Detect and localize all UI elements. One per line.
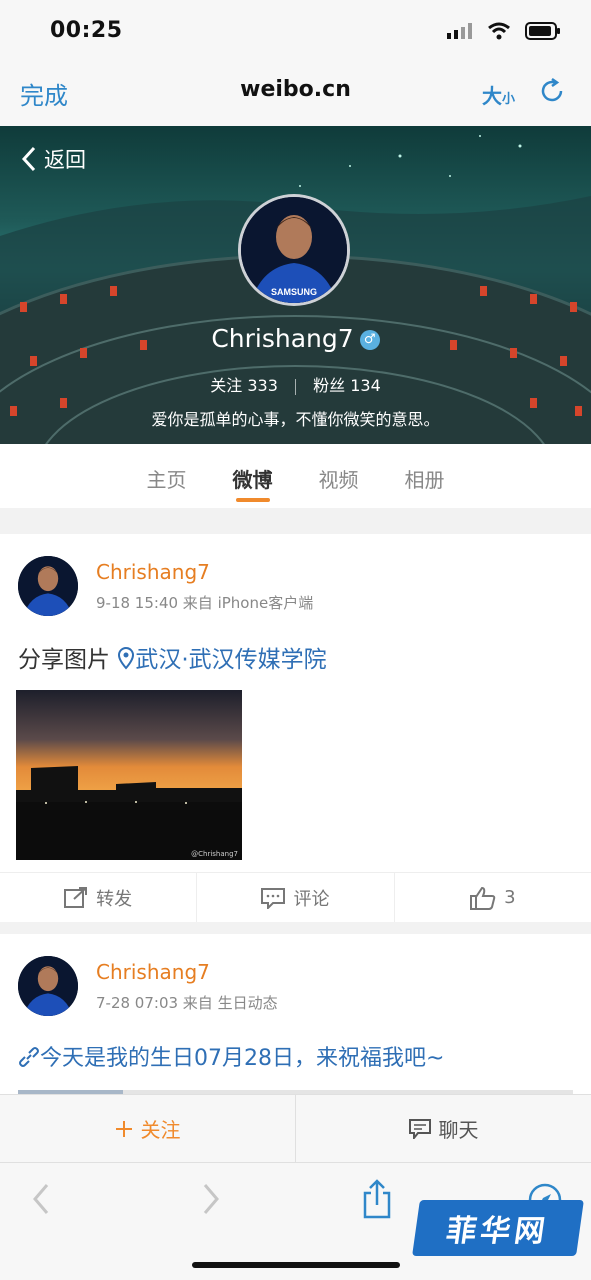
followers-link[interactable]: 粉丝 134 (313, 376, 381, 395)
post-text: 分享图片 武汉·武汉传媒学院 (18, 640, 327, 674)
tab-video[interactable]: 视频 (310, 444, 368, 508)
post-author[interactable]: Chrishang7 (96, 560, 210, 584)
browser-back-icon[interactable] (30, 1181, 52, 1217)
avatar-image (18, 556, 78, 616)
follow-button[interactable]: 关注 (0, 1095, 296, 1162)
chat-icon (408, 1118, 431, 1139)
avatar-image (18, 956, 78, 1016)
post-avatar[interactable] (18, 956, 78, 1016)
reload-icon[interactable] (537, 76, 567, 106)
post-meta: 9-18 15:40 来自 iPhone客户端 (96, 594, 314, 612)
location-text: 武汉·武汉传媒学院 (135, 647, 327, 673)
like-button[interactable]: 3 (395, 873, 591, 922)
browser-top-bar: 完成 weibo.cn 大小 (0, 62, 591, 126)
back-label: 返回 (44, 148, 86, 172)
following-label: 关注 (210, 376, 243, 395)
comment-label: 评论 (293, 888, 330, 910)
post-avatar[interactable] (18, 556, 78, 616)
post-meta: 7-28 07:03 来自 生日动态 (96, 994, 278, 1012)
follow-counts: 关注 333 粉丝 134 (0, 372, 591, 396)
home-indicator (192, 1262, 400, 1268)
location-pin-icon (118, 646, 135, 670)
plus-icon (115, 1120, 132, 1137)
follow-bar: 关注 聊天 (0, 1094, 591, 1162)
jersey-text: SAMSUNG (271, 287, 317, 297)
profile-avatar[interactable]: SAMSUNG (238, 194, 350, 306)
browser-forward-icon[interactable] (200, 1181, 222, 1217)
location-link[interactable]: 武汉·武汉传媒学院 (117, 646, 327, 673)
status-bar: 00:25 (0, 0, 591, 62)
back-button[interactable]: 返回 (20, 144, 86, 174)
post-photo[interactable]: @Chrishang7 (16, 690, 242, 860)
post-body[interactable]: 今天是我的生日07月28日，来祝福我吧~ (40, 1046, 444, 1071)
repost-button[interactable]: 转发 (0, 873, 198, 922)
post-card: Chrishang7 7-28 07:03 来自 生日动态 今天是我的生日07月… (0, 934, 591, 1094)
sunset-photo (16, 690, 242, 860)
like-count: 3 (504, 887, 516, 908)
cellular-signal-icon (447, 23, 472, 39)
repost-label: 转发 (96, 888, 133, 910)
post-author[interactable]: Chrishang7 (96, 960, 210, 984)
post-card: Chrishang7 9-18 15:40 来自 iPhone客户端 分享图片 … (0, 534, 591, 922)
status-time: 00:25 (50, 18, 123, 43)
post-body: 分享图片 (18, 647, 110, 673)
text-size-small-label: 小 (501, 92, 515, 107)
chat-button[interactable]: 聊天 (296, 1095, 591, 1162)
status-icons (447, 22, 561, 40)
tab-album[interactable]: 相册 (396, 444, 454, 508)
battery-icon (525, 22, 560, 40)
tab-weibo[interactable]: 微博 (224, 444, 282, 508)
post-text: 今天是我的生日07月28日，来祝福我吧~ (18, 1040, 444, 1072)
text-size-big-label: 大 (481, 84, 502, 108)
followers-count: 134 (350, 376, 381, 395)
follow-label: 关注 (140, 1118, 181, 1142)
share-icon[interactable] (362, 1179, 392, 1219)
comment-button[interactable]: 评论 (197, 873, 395, 922)
tab-home[interactable]: 主页 (138, 444, 196, 508)
followers-label: 粉丝 (313, 376, 346, 395)
repost-icon (64, 886, 88, 908)
chat-label: 聊天 (438, 1118, 479, 1142)
text-size-button[interactable]: 大小 (482, 80, 515, 109)
profile-bio: 爱你是孤单的心事，不懂你微笑的意思。 (151, 410, 440, 429)
profile-header: 返回 SAMSUNG Chrishang7 ♂ 关注 333 粉丝 134 爱你是… (0, 126, 591, 444)
photo-watermark: @Chrishang7 (191, 850, 238, 858)
comment-icon (261, 887, 286, 909)
following-link[interactable]: 关注 333 (210, 376, 278, 395)
link-icon (19, 1047, 39, 1067)
avatar-image: SAMSUNG (241, 197, 347, 303)
following-count: 333 (247, 376, 278, 395)
chevron-left-icon (21, 146, 36, 172)
wifi-icon (488, 22, 510, 40)
divider (295, 378, 296, 395)
profile-tabs: 主页 微博 视频 相册 (0, 444, 591, 508)
post-actions: 转发 评论 3 (0, 872, 591, 922)
male-icon: ♂ (359, 330, 380, 350)
username-text: Chrishang7 (211, 324, 354, 353)
site-watermark: 菲华网 (412, 1200, 584, 1256)
thumbs-up-icon (470, 886, 496, 910)
profile-username: Chrishang7 ♂ (0, 324, 591, 353)
